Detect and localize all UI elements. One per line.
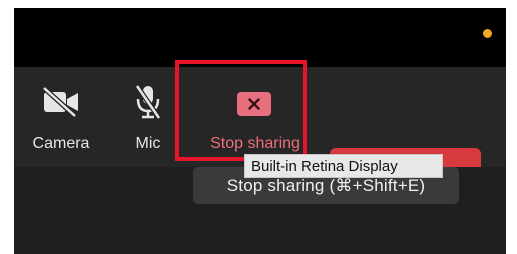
highlight-box bbox=[175, 60, 307, 161]
status-indicator-dot bbox=[483, 29, 492, 38]
mic-off-icon bbox=[134, 84, 162, 125]
camera-button[interactable]: Camera bbox=[32, 67, 90, 167]
video-off-icon bbox=[41, 86, 81, 122]
mic-button[interactable]: Mic bbox=[126, 67, 170, 167]
video-area bbox=[14, 8, 506, 67]
camera-label: Camera bbox=[32, 135, 90, 152]
mic-label: Mic bbox=[135, 135, 161, 152]
system-tooltip: Built-in Retina Display bbox=[244, 154, 443, 178]
